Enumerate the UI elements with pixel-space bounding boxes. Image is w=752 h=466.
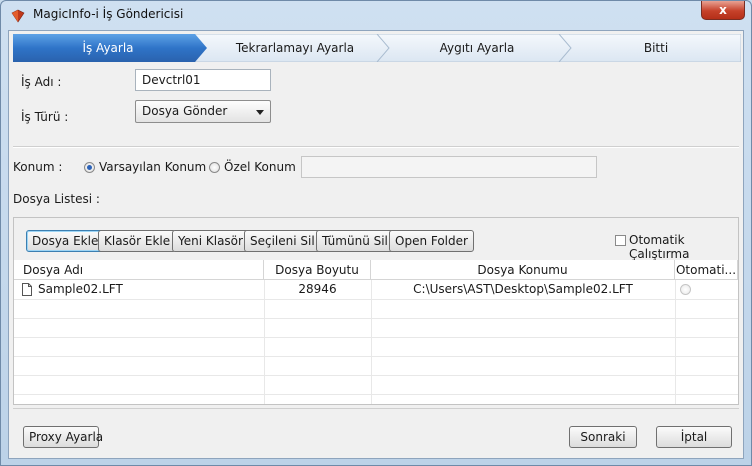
file-list-label: Dosya Listesi : (13, 192, 100, 206)
job-type-label: İş Türü : (21, 110, 69, 124)
divider (13, 408, 739, 409)
column-header-autorun[interactable]: Otomati... (675, 260, 738, 280)
file-location-cell: C:\Users\AST\Desktop\Sample02.LFT (413, 282, 633, 296)
step-set-job: İş Ayarla (82, 41, 134, 55)
file-size-cell: 28946 (298, 282, 337, 296)
divider (13, 146, 739, 148)
app-logo-icon (11, 9, 25, 23)
custom-location-radio[interactable] (209, 162, 220, 173)
chevron-down-icon (256, 110, 264, 115)
custom-location-input[interactable] (301, 156, 597, 178)
app-window: MagicInfo-i İş Göndericisi x İş Ayarla T… (0, 0, 752, 466)
cancel-button[interactable]: İptal (656, 426, 732, 448)
column-header-name[interactable]: Dosya Adı (14, 260, 264, 280)
dialog-client: İş Ayarla Tekrarlamayı Ayarla Aygıtı Aya… (8, 30, 744, 459)
new-folder-button[interactable]: Yeni Klasör (172, 230, 249, 252)
location-label: Konum : (13, 160, 63, 174)
row-divider (14, 299, 738, 300)
column-header-location[interactable]: Dosya Konumu (371, 260, 675, 280)
title-bar[interactable]: MagicInfo-i İş Göndericisi x (1, 1, 751, 29)
delete-selected-button[interactable]: Seçileni Sil (244, 230, 321, 252)
file-table: Dosya Adı Dosya Boyutu Dosya Konumu Otom… (14, 260, 738, 404)
delete-all-button[interactable]: Tümünü Sil (316, 230, 394, 252)
proxy-settings-button[interactable]: Proxy Ayarla (23, 426, 103, 448)
row-divider (14, 375, 738, 376)
job-name-label: İş Adı : (21, 75, 62, 89)
file-name-cell: Sample02.LFT (38, 282, 123, 296)
file-list-panel: Dosya Ekle Klasör Ekle Yeni Klasör Seçil… (13, 217, 739, 405)
close-button[interactable]: x (701, 1, 745, 20)
auto-run-checkbox[interactable] (615, 235, 626, 246)
default-location-label[interactable]: Varsayılan Konum (99, 160, 206, 174)
step-set-repeat: Tekrarlamayı Ayarla (235, 41, 355, 55)
table-row[interactable]: Sample02.LFT 28946 C:\Users\AST\Desktop\… (14, 280, 738, 299)
job-type-select[interactable]: Dosya Gönder (135, 100, 271, 123)
step-finish: Bitti (643, 41, 669, 55)
custom-location-label[interactable]: Özel Konum (224, 160, 296, 174)
row-divider (14, 337, 738, 338)
open-folder-button[interactable]: Open Folder (389, 230, 474, 252)
job-type-value: Dosya Gönder (142, 104, 228, 118)
window-title: MagicInfo-i İş Göndericisi (33, 7, 184, 21)
file-icon (22, 283, 32, 296)
auto-run-row-radio[interactable] (680, 284, 691, 295)
wizard-steps: İş Ayarla Tekrarlamayı Ayarla Aygıtı Aya… (13, 34, 741, 62)
default-location-radio[interactable] (84, 162, 95, 173)
row-divider (14, 394, 738, 395)
column-header-size[interactable]: Dosya Boyutu (264, 260, 371, 280)
row-divider (14, 356, 738, 357)
auto-run-label[interactable]: Otomatik Çalıştırma (629, 233, 738, 261)
step-set-device: Aygıtı Ayarla (439, 41, 515, 55)
next-button[interactable]: Sonraki (569, 426, 637, 448)
row-divider (14, 318, 738, 319)
job-name-input[interactable]: Devctrl01 (135, 69, 271, 91)
add-folder-button[interactable]: Klasör Ekle (98, 230, 177, 252)
add-file-button[interactable]: Dosya Ekle (26, 230, 105, 252)
